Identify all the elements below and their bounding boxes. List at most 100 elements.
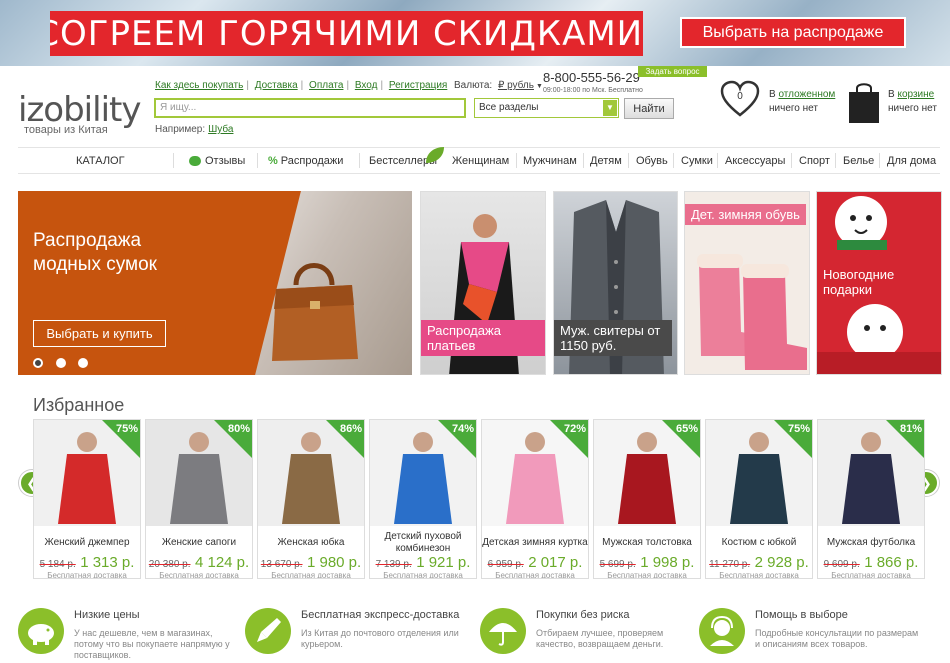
feature-text: Отбираем лучшее, проверяем качество, воз… bbox=[536, 628, 664, 649]
promo-tile-gifts[interactable]: Новогодние подарки bbox=[816, 191, 942, 375]
currency-selector[interactable]: Валюта: ₽ рубль ▼ bbox=[454, 80, 543, 91]
product-card[interactable]: 65% Мужская толстовка 5 699 р. 1 998 р. Бес… bbox=[593, 419, 701, 579]
product-name[interactable]: Детская зимняя куртка bbox=[482, 530, 588, 556]
section-select-value: Все разделы bbox=[479, 102, 539, 113]
nav-reviews[interactable]: Отзывы bbox=[189, 155, 245, 167]
nav-divider bbox=[173, 153, 174, 168]
product-name[interactable]: Женские сапоги bbox=[146, 530, 252, 556]
promo-tile-kids-shoes[interactable]: Дет. зимняя обувь bbox=[684, 191, 810, 375]
nav-women[interactable]: Женщинам bbox=[452, 155, 509, 167]
rocket-icon bbox=[245, 608, 291, 654]
link-how-to-buy[interactable]: Как здесь покупать bbox=[155, 80, 243, 91]
nav-home[interactable]: Для дома bbox=[887, 155, 936, 167]
slider-dot[interactable] bbox=[56, 358, 66, 368]
discount-value: 75% bbox=[787, 423, 810, 435]
product-card[interactable]: 72% Детская зимняя куртка 6 959 р. 2 017 р… bbox=[481, 419, 589, 579]
product-price: 5 699 р. 1 998 р. bbox=[594, 554, 700, 572]
search-input[interactable]: Я ищу... bbox=[154, 98, 466, 118]
site-tagline: товары из Китая bbox=[24, 124, 108, 136]
feature-low-prices: Низкие цены У нас дешевле, чем в магазин… bbox=[18, 606, 238, 663]
product-card[interactable]: 74% Детский пуховой комбинезон 7 139 р. 1 … bbox=[369, 419, 477, 579]
tile-label: Муж. свитеры от 1150 руб. bbox=[554, 320, 672, 356]
currency-value[interactable]: ₽ рубль bbox=[498, 80, 534, 91]
link-login[interactable]: Вход bbox=[355, 80, 378, 91]
nav-bags[interactable]: Сумки bbox=[681, 155, 713, 167]
product-price: 5 184 р. 1 313 р. bbox=[34, 554, 140, 572]
banner-headline: СОГРЕЕМ ГОРЯЧИМИ СКИДКАМИ! bbox=[50, 11, 643, 56]
nav-accessories[interactable]: Аксессуары bbox=[725, 155, 785, 167]
deferred-link[interactable]: отложенном bbox=[778, 89, 835, 100]
nav-divider bbox=[717, 153, 718, 168]
feature-no-risk: Покупки без риска Отбираем лучшее, прове… bbox=[480, 606, 700, 663]
feature-text: Подробные консультации по размерам и опи… bbox=[755, 628, 919, 649]
product-card[interactable]: 75% Костюм с юбкой 11 270 р. 2 928 р. Беспл… bbox=[705, 419, 813, 579]
feature-title: Бесплатная экспресс-доставка bbox=[301, 609, 460, 621]
cart-status: ничего нет bbox=[888, 103, 937, 114]
cart-info: В корзине ничего нет bbox=[888, 88, 937, 116]
product-price: 11 270 р. 2 928 р. bbox=[706, 554, 812, 572]
product-name[interactable]: Женский джемпер bbox=[34, 530, 140, 556]
nav-lingerie[interactable]: Белье bbox=[843, 155, 874, 167]
product-card[interactable]: 81% Мужская футболка 9 609 р. 1 866 р. Бесп… bbox=[817, 419, 925, 579]
feature-free-delivery: Бесплатная экспресс-доставка Из Китая до… bbox=[245, 606, 465, 663]
product-name[interactable]: Костюм с юбкой bbox=[706, 530, 812, 556]
slider-dot[interactable] bbox=[78, 358, 88, 368]
chevron-down-icon: ▼ bbox=[603, 100, 617, 116]
nav-men[interactable]: Мужчинам bbox=[523, 155, 577, 167]
promo-tile-sweaters[interactable]: Муж. свитеры от 1150 руб. bbox=[553, 191, 678, 375]
feature-text: Из Китая до почтового отделения или курь… bbox=[301, 628, 459, 649]
hero-slider[interactable]: Распродажа модных сумок Выбрать и купить bbox=[18, 191, 412, 375]
nav-divider bbox=[673, 153, 674, 168]
nav-divider bbox=[879, 153, 880, 168]
deferred-prefix: В bbox=[769, 89, 776, 100]
discount-value: 75% bbox=[115, 423, 138, 435]
new-price: 1 921 р. bbox=[416, 554, 471, 571]
product-card[interactable]: 75% Женский джемпер 5 184 р. 1 313 р. Беспл… bbox=[33, 419, 141, 579]
nav-kids[interactable]: Детям bbox=[590, 155, 622, 167]
nav-reviews-label: Отзывы bbox=[205, 155, 246, 167]
find-button[interactable]: Найти bbox=[624, 98, 674, 119]
example-link[interactable]: Шуба bbox=[208, 124, 233, 135]
link-delivery[interactable]: Доставка bbox=[255, 80, 298, 91]
section-select[interactable]: Все разделы ▼ bbox=[474, 98, 619, 118]
shopping-bag-icon[interactable] bbox=[848, 80, 880, 124]
link-payment[interactable]: Оплата bbox=[309, 80, 343, 91]
main-nav: КАТАЛОГ Отзывы % Распродажи Бестселлеры Ж… bbox=[18, 147, 940, 174]
promo-tile-dresses[interactable]: Распродажа платьев bbox=[420, 191, 546, 375]
nav-divider bbox=[257, 153, 258, 168]
promo-banner[interactable]: СОГРЕЕМ ГОРЯЧИМИ СКИДКАМИ! Выбрать на ра… bbox=[0, 0, 950, 66]
handbag-image bbox=[272, 263, 358, 361]
hero-title: Распродажа модных сумок bbox=[33, 230, 157, 275]
banner-cta-button[interactable]: Выбрать на распродаже bbox=[680, 17, 906, 48]
nav-shoes[interactable]: Обувь bbox=[636, 155, 668, 167]
product-card[interactable]: 86% Женская юбка 13 670 р. 1 980 р. Бесплат… bbox=[257, 419, 365, 579]
piggy-bank-icon bbox=[18, 608, 64, 654]
hero-cta-button[interactable]: Выбрать и купить bbox=[33, 320, 166, 347]
ask-question-button[interactable]: Задать вопрос bbox=[638, 66, 707, 77]
support-phone: 8-800-555-56-29 bbox=[543, 70, 640, 85]
nav-sport[interactable]: Спорт bbox=[799, 155, 830, 167]
product-price: 6 959 р. 2 017 р. bbox=[482, 554, 588, 572]
example-label: Например: bbox=[155, 124, 206, 135]
nav-catalog[interactable]: КАТАЛОГ bbox=[76, 155, 125, 167]
nav-sales[interactable]: % Распродажи bbox=[268, 155, 343, 167]
free-shipping-label: Бесплатная доставка bbox=[495, 571, 575, 579]
cart-link[interactable]: корзине bbox=[897, 89, 934, 100]
header-links: Как здесь покупать | Доставка | Оплата | Вх… bbox=[155, 80, 448, 91]
product-name[interactable]: Детский пуховой комбинезон bbox=[370, 530, 476, 556]
discount-value: 65% bbox=[675, 423, 698, 435]
product-price: 7 139 р. 1 921 р. bbox=[370, 554, 476, 572]
new-price: 1 313 р. bbox=[80, 554, 135, 571]
tile-label: Распродажа платьев bbox=[421, 320, 545, 356]
product-name[interactable]: Женская юбка bbox=[258, 530, 364, 556]
free-shipping-label: Бесплатная доставка bbox=[159, 571, 239, 579]
old-price: 13 670 р. bbox=[260, 559, 303, 570]
product-card[interactable]: 80% Женские сапоги 20 380 р. 4 124 р. Беспл… bbox=[145, 419, 253, 579]
free-shipping-label: Бесплатная доставка bbox=[607, 571, 687, 579]
slider-dot[interactable] bbox=[33, 358, 43, 368]
percent-icon: % bbox=[268, 155, 278, 167]
product-name[interactable]: Мужская толстовка bbox=[594, 530, 700, 556]
featured-title: Избранное bbox=[33, 395, 125, 415]
link-register[interactable]: Регистрация bbox=[389, 80, 447, 91]
product-name[interactable]: Мужская футболка bbox=[818, 530, 924, 556]
